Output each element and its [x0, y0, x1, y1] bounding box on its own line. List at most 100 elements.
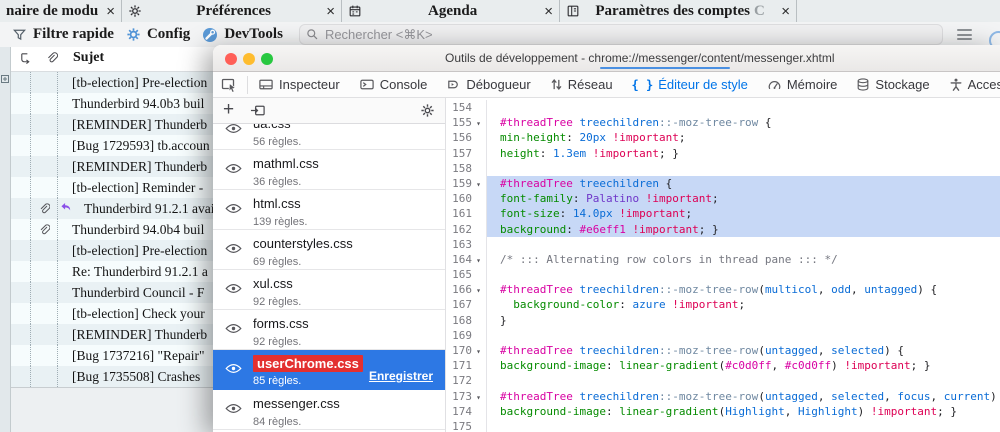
thread-list-row[interactable]: Thunderbird Council - F: [11, 282, 222, 303]
code-line[interactable]: 166▾#threadTree treechildren::-moz-tree-…: [446, 282, 1000, 297]
thread-list-row[interactable]: [Bug 1735508] Crashes: [11, 366, 222, 387]
toggle-visibility-eye-icon[interactable]: [225, 203, 242, 214]
tab-preferences[interactable]: Préférences×: [122, 0, 342, 22]
toggle-visibility-eye-icon[interactable]: [225, 403, 242, 414]
subject-column-header[interactable]: Sujet: [73, 50, 104, 66]
pick-element-icon[interactable]: [221, 76, 238, 93]
line-number-gutter[interactable]: 170▾: [446, 343, 487, 358]
toggle-visibility-eye-icon[interactable]: [225, 124, 242, 134]
close-tab-icon[interactable]: ×: [544, 4, 553, 19]
thread-list-row[interactable]: [tb-election] Pre-election: [11, 72, 222, 93]
css-source-editor[interactable]: 154155▾#threadTree treechildren::-moz-tr…: [446, 98, 1000, 432]
code-line[interactable]: 160font-family: Palatino !important;: [446, 191, 1000, 206]
thread-list-row[interactable]: Thunderbird 94.0b3 buil: [11, 93, 222, 114]
thread-list-row[interactable]: [tb-election] Check your: [11, 303, 222, 324]
config-button[interactable]: Config: [126, 26, 190, 43]
app-menu-icon[interactable]: [957, 27, 972, 43]
tab-addons-manager[interactable]: naire de modulesc×: [0, 0, 122, 22]
stylesheet-item[interactable]: xul.css92 règles.: [213, 270, 445, 310]
line-number-gutter[interactable]: 173▾: [446, 389, 487, 404]
toggle-visibility-eye-icon[interactable]: [225, 243, 242, 254]
devtools-button[interactable]: DevTools: [202, 26, 283, 43]
thread-list-row[interactable]: [tb-election] Reminder -: [11, 177, 222, 198]
code-line[interactable]: 155▾#threadTree treechildren::-moz-tree-…: [446, 115, 1000, 130]
line-number-gutter[interactable]: 164▾: [446, 252, 487, 267]
devtools-tab-inspecteur[interactable]: Inspecteur: [258, 77, 340, 92]
thread-list-header[interactable]: Sujet: [11, 47, 222, 72]
zoom-window-button[interactable]: [261, 53, 273, 65]
save-stylesheet-link[interactable]: Enregistrer: [369, 369, 433, 383]
code-line[interactable]: 157height: 1.3em !important; }: [446, 146, 1000, 161]
global-search-input[interactable]: Rechercher <⌘K>: [299, 24, 943, 45]
code-line[interactable]: 170▾#threadTree treechildren::-moz-tree-…: [446, 343, 1000, 358]
quick-filter-button[interactable]: Filtre rapide: [12, 26, 114, 43]
import-stylesheet-icon[interactable]: [250, 103, 266, 118]
network-icon: [550, 77, 563, 92]
thread-list-row[interactable]: [Bug 1737216] "Repair": [11, 345, 222, 366]
line-number-gutter[interactable]: 155▾: [446, 115, 487, 130]
stylesheet-item[interactable]: html.css139 règles.: [213, 190, 445, 230]
stylesheet-item[interactable]: userChrome.css85 règles.Enregistrer: [213, 350, 445, 390]
stylesheet-item[interactable]: mathml.css36 règles.: [213, 150, 445, 190]
new-stylesheet-button[interactable]: +: [223, 100, 234, 119]
line-number-gutter[interactable]: 166▾: [446, 282, 487, 297]
stylesheet-item[interactable]: counterstyles.css69 règles.: [213, 230, 445, 270]
devtools-tab-stockage[interactable]: Stockage: [856, 77, 929, 92]
close-tab-icon[interactable]: ×: [106, 4, 115, 19]
code-line[interactable]: 175: [446, 419, 1000, 432]
code-line[interactable]: 173▾#threadTree treechildren::-moz-tree-…: [446, 389, 1000, 404]
stylesheet-item[interactable]: messenger.css84 règles.: [213, 390, 445, 430]
thread-list-row[interactable]: [Bug 1729593] tb.accoun: [11, 135, 222, 156]
devtools-tab-accessibilit-[interactable]: Accessibilité: [949, 77, 1000, 92]
code-line[interactable]: 165: [446, 267, 1000, 282]
thread-list-row[interactable]: [REMINDER] Thunderb: [11, 324, 222, 345]
close-tab-icon[interactable]: ×: [326, 4, 335, 19]
toggle-visibility-eye-icon[interactable]: [225, 323, 242, 334]
tab-account-settings[interactable]: Paramètres des comptesC×: [560, 0, 797, 22]
code-line[interactable]: 167 background-color: azure !important;: [446, 297, 1000, 312]
minimize-window-button[interactable]: [243, 53, 255, 65]
devtools-tab-m-moire[interactable]: Mémoire: [767, 77, 838, 92]
panel-options-gear-icon[interactable]: [420, 103, 435, 118]
stylesheet-item[interactable]: forms.css92 règles.: [213, 310, 445, 350]
code-line[interactable]: 161font-size: 14.0px !important;: [446, 206, 1000, 221]
stylesheet-item[interactable]: ua.css56 règles.: [213, 124, 445, 150]
close-tab-icon[interactable]: ×: [781, 4, 790, 19]
code-line[interactable]: 172: [446, 373, 1000, 388]
thread-list-row[interactable]: Thunderbird 91.2.1 avail: [11, 198, 222, 219]
code-text: #threadTree treechildren::-moz-tree-row …: [487, 115, 1000, 130]
code-line[interactable]: 154: [446, 100, 1000, 115]
code-text: font-family: Palatino !important;: [487, 191, 1000, 206]
tab-agenda[interactable]: Agenda×: [342, 0, 560, 22]
code-line[interactable]: 171background-image: linear-gradient(#c0…: [446, 358, 1000, 373]
thread-list-row[interactable]: [tb-election] Pre-election: [11, 240, 222, 261]
code-line[interactable]: 159▾#threadTree treechildren {: [446, 176, 1000, 191]
code-line[interactable]: 163: [446, 237, 1000, 252]
devtools-tab-label: Console: [380, 77, 428, 92]
thread-list-row[interactable]: [REMINDER] Thunderb: [11, 114, 222, 135]
code-line[interactable]: 158: [446, 161, 1000, 176]
thread-list-row[interactable]: Thunderbird 94.0b4 buil: [11, 219, 222, 240]
line-number-gutter[interactable]: 159▾: [446, 176, 487, 191]
thread-list-row[interactable]: [REMINDER] Thunderb: [11, 156, 222, 177]
toggle-visibility-eye-icon[interactable]: [225, 283, 242, 294]
code-line[interactable]: 164▾/* ::: Alternating row colors in thr…: [446, 252, 1000, 267]
toggle-visibility-eye-icon[interactable]: [225, 363, 242, 374]
code-line[interactable]: 174background-image: linear-gradient(Hig…: [446, 404, 1000, 419]
code-line[interactable]: 169: [446, 328, 1000, 343]
devtools-tab-r-seau[interactable]: Réseau: [550, 77, 613, 92]
devtools-tab-d-bogueur[interactable]: Débogueur: [446, 77, 530, 92]
devtools-tab--diteur-de-style[interactable]: { }Éditeur de style: [632, 76, 748, 94]
devtools-titlebar[interactable]: Outils de développement - chrome://messe…: [213, 45, 1000, 72]
code-line[interactable]: 162background: #e6eff1 !important; }: [446, 222, 1000, 237]
thread-column-icon[interactable]: [19, 52, 32, 65]
attachment-column-icon[interactable]: [45, 51, 58, 65]
code-line[interactable]: 168}: [446, 313, 1000, 328]
devtools-tab-console[interactable]: Console: [359, 77, 428, 92]
thread-list-row[interactable]: Re: Thunderbird 91.2.1 a: [11, 261, 222, 282]
stylesheet-rule-count: 139 règles.: [253, 216, 445, 228]
toggle-visibility-eye-icon[interactable]: [225, 163, 242, 174]
code-line[interactable]: 156min-height: 20px !important;: [446, 130, 1000, 145]
close-window-button[interactable]: [225, 53, 237, 65]
line-number-gutter: 163: [446, 237, 487, 252]
